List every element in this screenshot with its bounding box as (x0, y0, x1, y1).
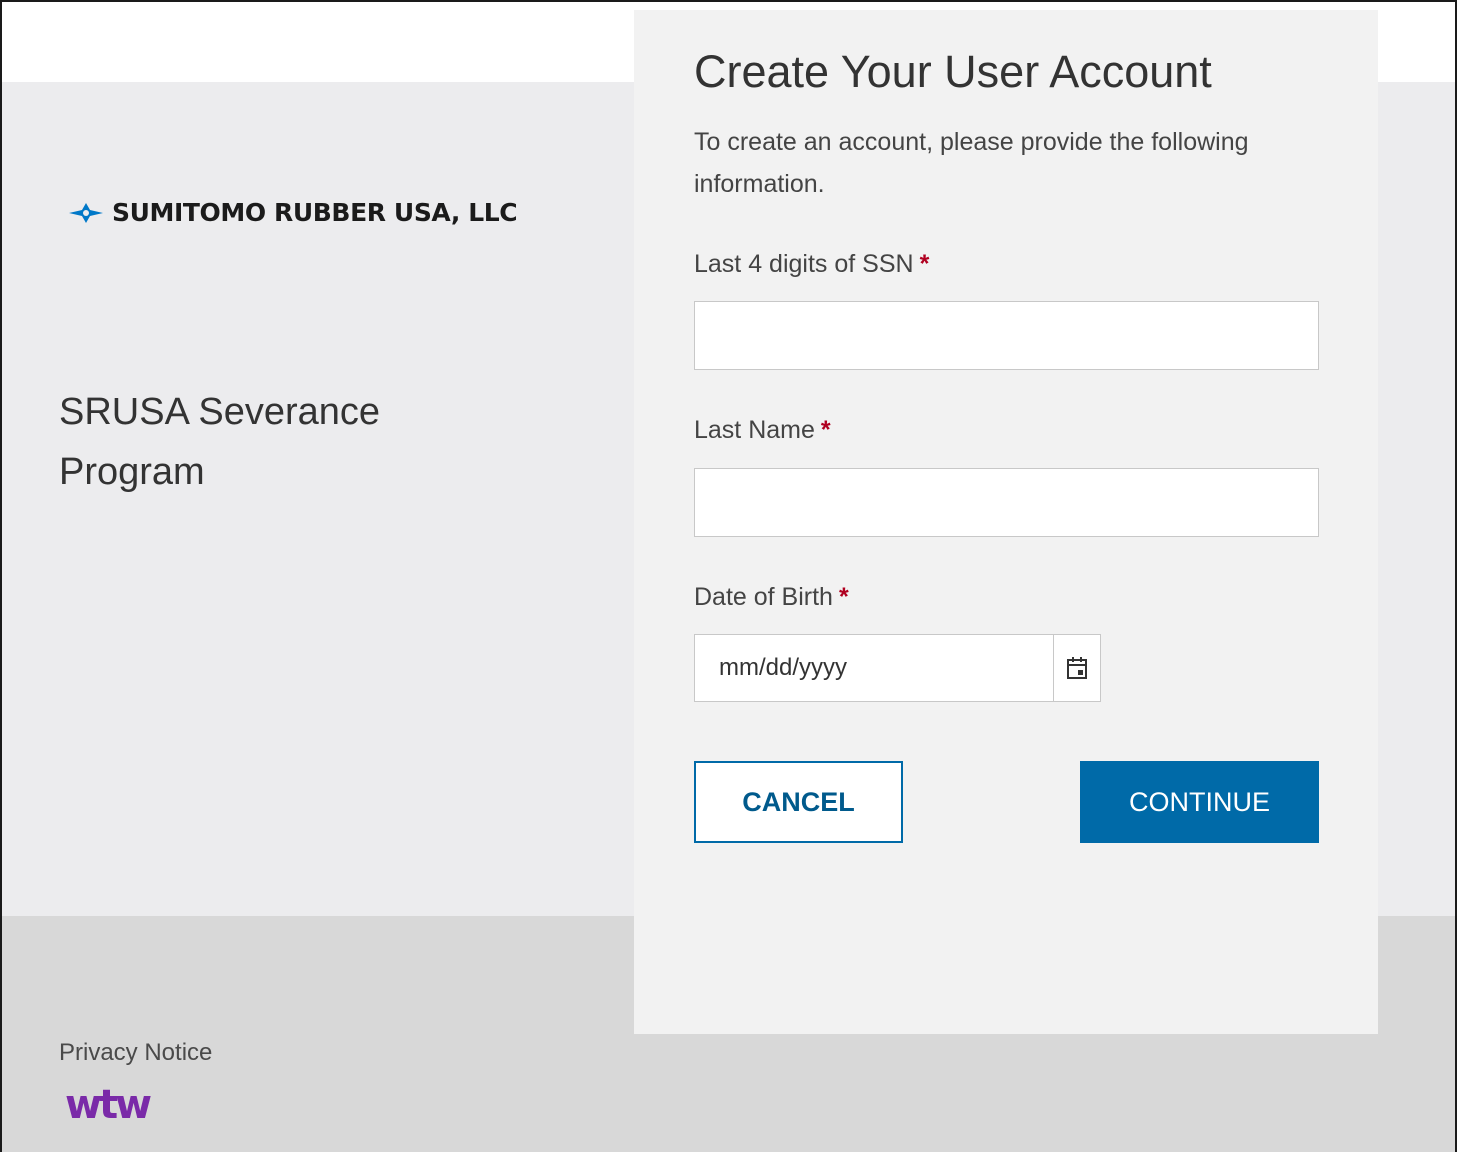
required-marker: * (820, 416, 831, 444)
diamond-star-icon (69, 202, 103, 223)
form-description: To create an account, please provide the… (694, 128, 1249, 198)
page-title: Create Your User Account (694, 46, 1212, 97)
company-name: SUMITOMO RUBBER USA, LLC (112, 198, 518, 227)
required-marker: * (838, 583, 849, 611)
privacy-notice-link[interactable]: Privacy Notice (59, 1039, 212, 1067)
last-name-label: Last Name * (694, 416, 831, 445)
page-frame: SUMITOMO RUBBER USA, LLC SRUSA Severance… (0, 0, 1457, 1152)
dob-field (694, 634, 1101, 702)
ssn-input[interactable] (694, 301, 1319, 370)
continue-button[interactable]: CONTINUE (1080, 761, 1319, 843)
last-name-label-text: Last Name (694, 416, 815, 444)
ssn-label-text: Last 4 digits of SSN (694, 250, 914, 278)
program-title: SRUSA Severance Program (59, 391, 381, 493)
dob-label-text: Date of Birth (694, 583, 833, 611)
company-logo: SUMITOMO RUBBER USA, LLC (68, 198, 518, 227)
create-account-card: Create Your User Account To create an ac… (634, 10, 1378, 1034)
last-name-input[interactable] (694, 468, 1319, 537)
dob-label: Date of Birth * (694, 583, 849, 612)
ssn-label: Last 4 digits of SSN * (694, 250, 929, 279)
dob-input[interactable] (695, 635, 1053, 701)
cancel-button[interactable]: CANCEL (694, 761, 903, 843)
required-marker: * (919, 250, 930, 278)
calendar-button[interactable] (1053, 635, 1100, 701)
wtw-logo: wtw (65, 1082, 152, 1128)
calendar-icon (1067, 657, 1087, 679)
